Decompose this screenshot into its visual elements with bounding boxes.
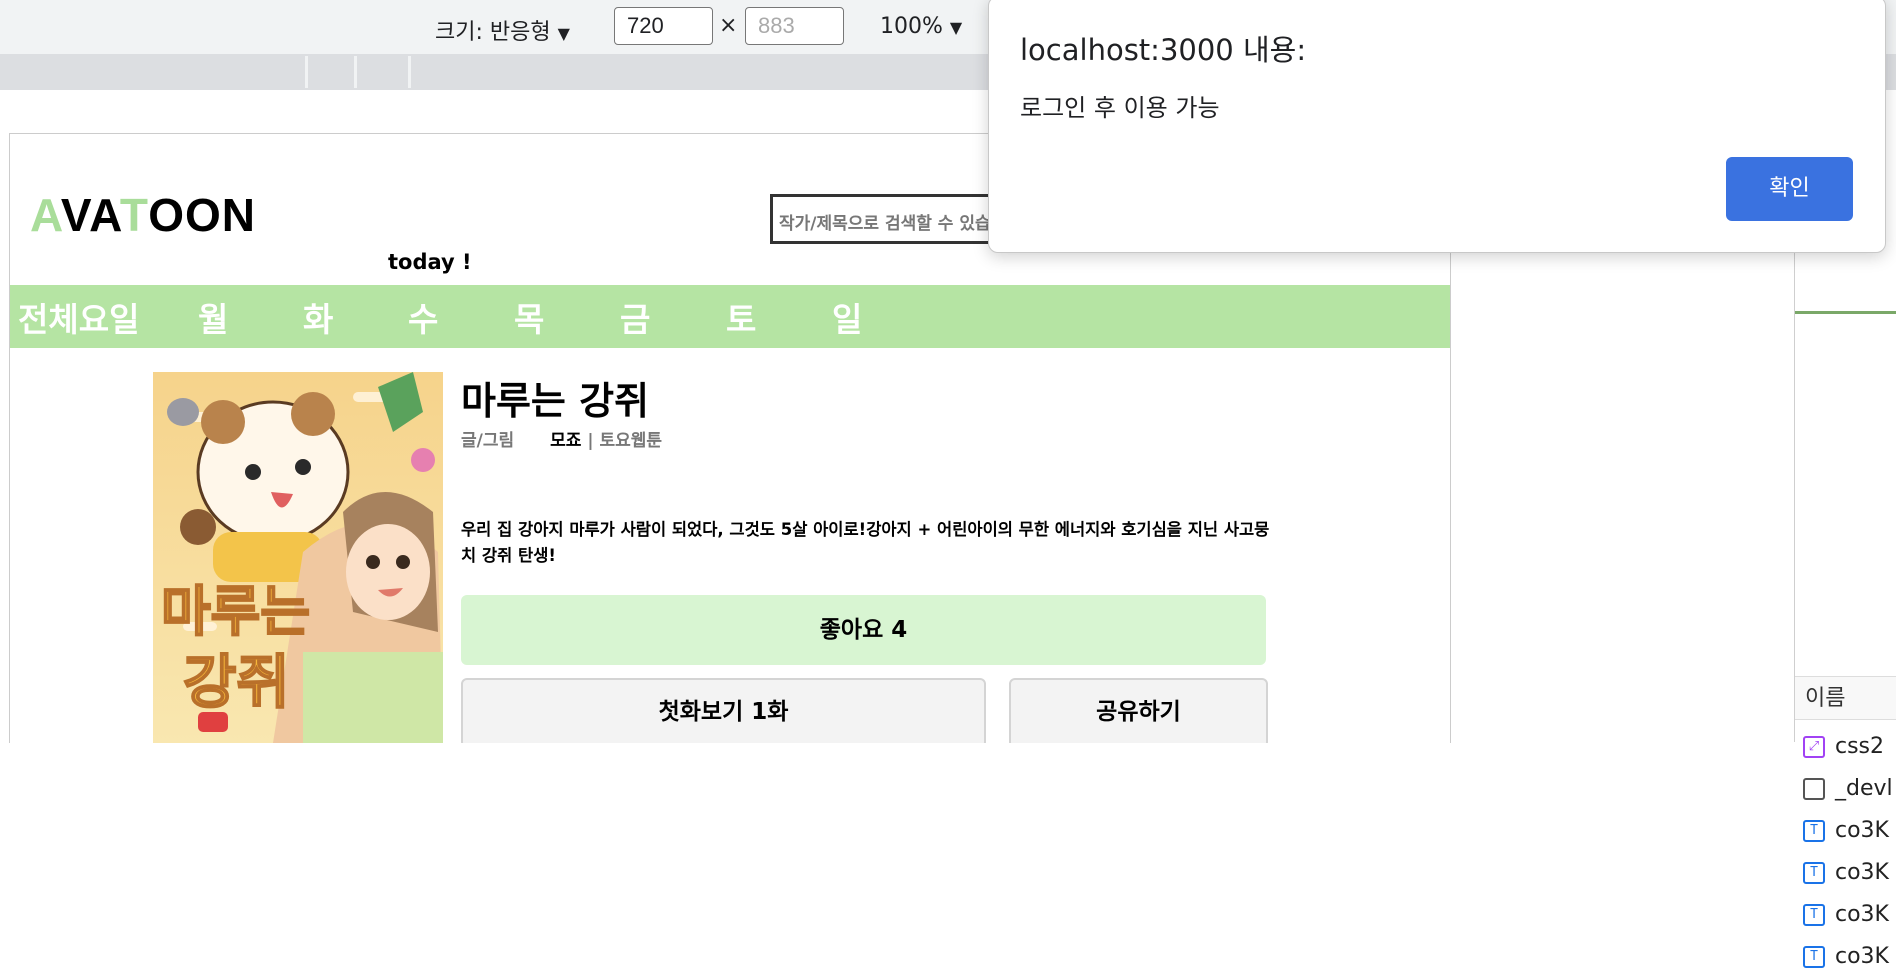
tab-sun[interactable]: 일 (832, 293, 862, 341)
like-button[interactable]: 좋아요 4 (461, 595, 1266, 665)
first-episode-button[interactable]: 첫화보기 1화 (461, 678, 986, 743)
webtoon-cover-image: 마루는 강쥐 (153, 372, 443, 743)
times-sign: × (719, 13, 738, 38)
width-input[interactable]: 720 (614, 7, 713, 45)
network-request-item[interactable]: Tco3K (1803, 902, 1889, 927)
stylesheet-icon: ⤢ (1803, 736, 1825, 758)
media-query-divider (354, 56, 357, 88)
media-query-divider (305, 56, 308, 88)
network-request-item[interactable]: ⤢ css2 (1803, 734, 1884, 759)
network-request-item[interactable]: _devl (1803, 776, 1893, 801)
dialog-ok-button[interactable]: 확인 (1726, 157, 1853, 221)
tab-sat[interactable]: 토 (726, 293, 756, 341)
tab-mon[interactable]: 월 (198, 293, 228, 341)
author-name: 모죠 (550, 431, 582, 451)
share-button[interactable]: 공유하기 (1009, 678, 1268, 743)
site-logo[interactable]: AVATOON (30, 188, 256, 242)
credit-label: 글/그림 (461, 431, 515, 451)
webtoon-title: 마루는 강쥐 (461, 379, 650, 423)
font-icon: T (1803, 904, 1825, 926)
tab-tue[interactable]: 화 (303, 293, 333, 341)
webtoon-description: 우리 집 강아지 마루가 사람이 되었다, 그것도 5살 아이로!강아지 + 어… (461, 520, 1270, 565)
tab-all-days[interactable]: 전체요일 (18, 293, 139, 341)
webtoon-meta: 글/그림 모죠 | 토요웹툰 (461, 426, 662, 451)
devtools-network-panel: 이름 ⤢ css2 _devl Tco3K Tco3K Tco3K Tco3K (1794, 244, 1896, 969)
today-label: today ! (388, 250, 472, 274)
zoom-value: 100% (880, 14, 943, 39)
font-icon: T (1803, 862, 1825, 884)
font-icon: T (1803, 946, 1825, 968)
cover-title-text: 강쥐 (183, 648, 290, 716)
font-icon: T (1803, 820, 1825, 842)
height-input[interactable]: 883 (745, 7, 844, 45)
network-request-item[interactable]: Tco3K (1803, 944, 1889, 969)
cover-illustration: 마루는 강쥐 (153, 372, 443, 743)
chevron-down-icon: ▼ (557, 24, 570, 43)
responsive-dimensions-dropdown[interactable]: 크기: 반응형 ▼ (435, 14, 570, 46)
size-label: 크기: 반응형 (435, 20, 551, 45)
network-request-item[interactable]: Tco3K (1803, 818, 1889, 843)
meta-separator: | (587, 431, 594, 451)
timeline-line (1795, 311, 1896, 314)
network-request-item[interactable]: Tco3K (1803, 860, 1889, 885)
document-icon (1803, 778, 1825, 800)
dialog-title: localhost:3000 내용: (1020, 33, 1307, 67)
zoom-dropdown[interactable]: 100% ▼ (880, 14, 962, 39)
category-label: 토요웹툰 (599, 431, 663, 451)
tab-thu[interactable]: 목 (514, 293, 544, 341)
chevron-down-icon: ▼ (949, 18, 963, 37)
tab-wed[interactable]: 수 (408, 293, 438, 341)
tab-fri[interactable]: 금 (620, 293, 650, 341)
dialog-message: 로그인 후 이용 가능 (1020, 94, 1220, 122)
weekday-nav: 전체요일 월 화 수 목 금 토 일 (10, 285, 1450, 348)
name-column-header[interactable]: 이름 (1795, 676, 1896, 720)
media-query-divider (408, 56, 411, 88)
alert-dialog: localhost:3000 내용: 로그인 후 이용 가능 확인 (988, 0, 1886, 253)
cover-title-text: 마루는 (161, 580, 310, 643)
